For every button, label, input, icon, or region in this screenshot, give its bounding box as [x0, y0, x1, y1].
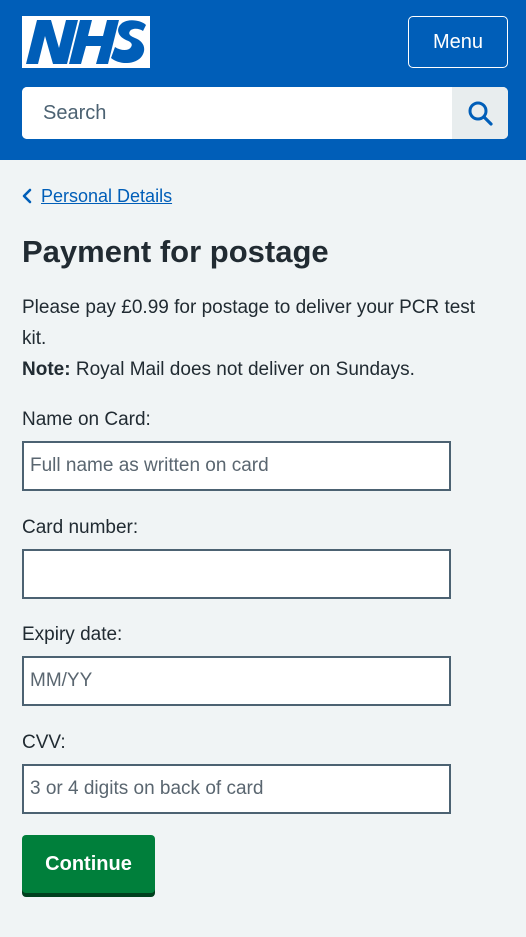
menu-button[interactable]: Menu: [408, 16, 508, 68]
search-input[interactable]: [22, 87, 452, 139]
intro-text: Please pay £0.99 for postage to deliver …: [22, 297, 476, 349]
back-link-label: Personal Details: [41, 185, 173, 206]
note-text: Royal Mail does not deliver on Sundays.: [70, 359, 415, 380]
name-on-card-label: Name on Card:: [22, 409, 151, 430]
continue-button[interactable]: Continue: [22, 835, 155, 893]
search-button[interactable]: [452, 87, 508, 139]
note-prefix: Note:: [22, 359, 71, 380]
delivery-note: Note: Royal Mail does not deliver on Sun…: [22, 354, 502, 385]
cvv-label: CVV:: [22, 732, 66, 753]
nhs-logo[interactable]: [22, 16, 150, 68]
card-number-label: Card number:: [22, 517, 139, 538]
back-link[interactable]: Personal Details: [22, 183, 172, 209]
name-on-card-field[interactable]: [22, 441, 451, 491]
page-title: Payment for postage: [22, 234, 329, 269]
nhs-logo-icon: [26, 20, 146, 64]
chevron-left-icon: [22, 188, 32, 204]
card-number-field[interactable]: [22, 549, 451, 599]
search-icon: [468, 101, 493, 126]
expiry-date-label: Expiry date:: [22, 624, 123, 645]
site-header: Menu: [0, 0, 526, 160]
cvv-field[interactable]: [22, 764, 451, 814]
expiry-date-field[interactable]: [22, 656, 451, 706]
search-bar: [22, 87, 508, 139]
